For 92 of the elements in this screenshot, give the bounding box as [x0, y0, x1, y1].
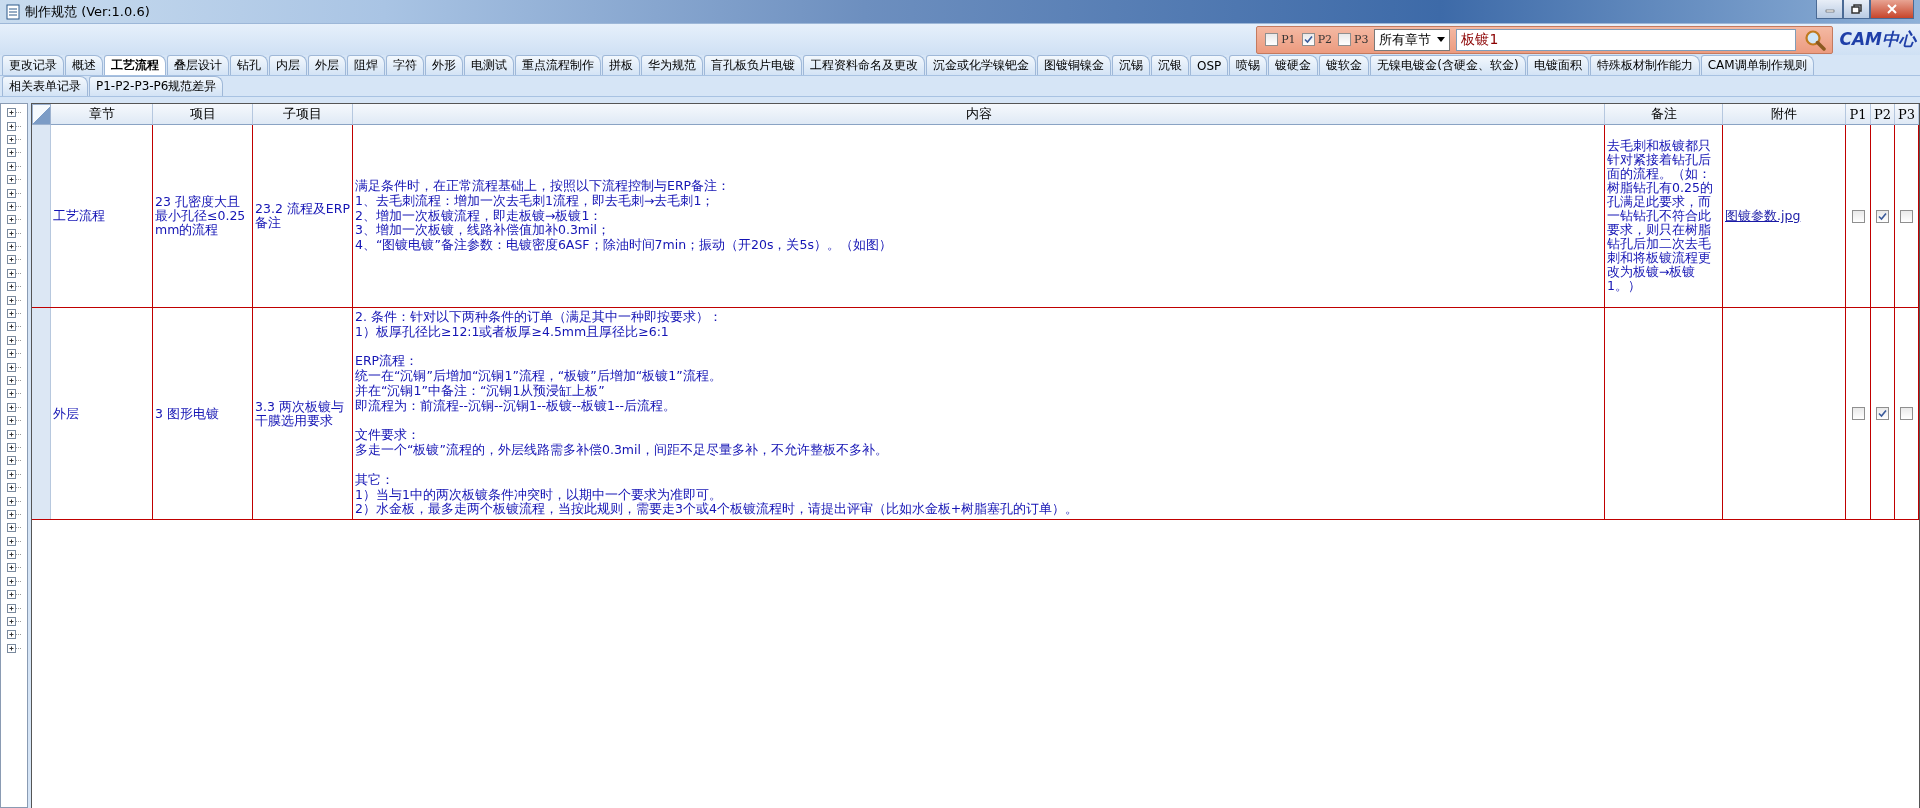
content-line: 满足条件时，在正常流程基础上，按照以下流程控制与ERP备注： [355, 179, 732, 194]
close-icon [1886, 4, 1898, 14]
column-header: 内容 [353, 104, 1605, 125]
content-line: 2、增加一次板镀流程，即走板镀→板镀1： [355, 208, 604, 223]
level-checkbox[interactable] [1301, 33, 1315, 46]
select-all-corner[interactable] [32, 104, 51, 125]
app-icon [6, 3, 20, 20]
tab[interactable]: 内层 [269, 55, 307, 75]
tab[interactable]: 更改记录 [2, 55, 64, 75]
column-header: P3 [1895, 104, 1919, 125]
tab[interactable]: 无镍电镀金(含硬金、软金) [1370, 55, 1526, 75]
tab[interactable]: 电测试 [464, 55, 514, 75]
close-button[interactable] [1870, 0, 1914, 19]
table-cell: 3.3 两次板镀与干膜选用要求 [253, 308, 353, 520]
content-line: 统一在“沉铜”后增加“沉铜1”流程，“板镀”后增加“板镀1”流程。 [355, 369, 723, 384]
column-header: 子项目 [253, 104, 353, 125]
content-line: 1）当与1中的两次板镀条件冲突时，以期中一个要求为准即可。 [355, 487, 723, 502]
level-checkbox[interactable] [1851, 209, 1865, 223]
tab[interactable]: 电镀面积 [1526, 55, 1589, 75]
column-header: 项目 [153, 104, 253, 125]
content-line: 1）板厚孔径比≥12:1或者板厚≥4.5mm且厚径比≥6:1 [355, 324, 670, 340]
restore-icon [1850, 4, 1863, 14]
column-header: P1 [1846, 104, 1871, 125]
tab[interactable]: P1-P2-P3-P6规范差异 [89, 76, 224, 96]
column-header: 附件 [1723, 104, 1846, 125]
tab[interactable]: 阻焊 [347, 55, 385, 75]
search-icon [1804, 28, 1827, 51]
checkbox-label: P1 [1281, 33, 1296, 46]
checkbox-label: P2 [1317, 33, 1333, 46]
tab[interactable]: 沉锡 [1112, 55, 1150, 75]
content-line: 1、去毛刺流程：增加一次去毛刺1流程，即去毛刺→去毛刺1； [355, 193, 716, 209]
tab[interactable]: 华为规范 [641, 55, 703, 75]
level-checkbox[interactable] [1900, 407, 1913, 421]
tab[interactable]: 镀软金 [1319, 55, 1370, 75]
content-line: 并在“沉铜1”中备注：“沉铜1从预浸缸上板” [355, 384, 606, 399]
restore-button[interactable] [1843, 0, 1870, 19]
column-header: 章节 [51, 104, 153, 125]
tab[interactable]: 盲孔板负片电镀 [704, 55, 802, 75]
table-cell: 工艺流程 [51, 125, 153, 307]
logo: CAM中心 [1839, 28, 1916, 51]
table-cell: 23.2 流程及ERP备注 [253, 125, 353, 307]
content-line: 即流程为：前流程--沉铜--沉铜1--板镀--板镀1--后流程。 [355, 398, 677, 414]
table-cell: 3 图形电镀 [153, 308, 253, 520]
tab[interactable]: 图镀铜镍金 [1037, 55, 1111, 75]
chapter-dropdown[interactable]: 所有章节 [1374, 28, 1451, 51]
table-cell: 外层 [51, 308, 153, 520]
search-button[interactable] [1802, 27, 1829, 52]
level-checkbox[interactable] [1876, 407, 1889, 421]
check-icon [1878, 211, 1887, 221]
tab[interactable]: 工程资料命名及更改 [803, 55, 925, 75]
content-line: 文件要求： [355, 428, 421, 443]
tab[interactable]: 钻孔 [230, 55, 268, 75]
tab[interactable]: 拼板 [602, 55, 640, 75]
level-checkbox[interactable] [1900, 209, 1913, 223]
search-field[interactable]: 板镀1 [1456, 28, 1797, 51]
content-line: 多走一个“板镀”流程的，外层线路需多补偿0.3mil，间距不足尽量多补，不允许整板不多补。 [355, 443, 889, 458]
check-icon [1878, 409, 1887, 419]
check-icon [1303, 35, 1313, 44]
column-header: P2 [1871, 104, 1895, 125]
caret-icon [1437, 37, 1446, 42]
tab[interactable]: 概述 [65, 55, 103, 75]
level-checkbox[interactable] [1338, 33, 1352, 46]
content-line: 2）水金板，最多走两个板镀流程，当按此规则，需要走3个或4个板镀流程时，请提出评审（比如水金板+树脂塞孔的订单）。 [355, 502, 1079, 518]
minimize-button[interactable] [1816, 0, 1843, 19]
tab[interactable]: CAM调单制作规则 [1700, 55, 1814, 75]
column-header: 备注 [1605, 104, 1723, 125]
table-cell: 去毛刺和板镀都只针对紧接着钻孔后面的流程。（如：树脂钻孔有0.25的孔满足此要求，而一钻钻孔不符合此要求，则只在树脂钻孔后加二次去毛刺和将板镀流程更改为板镀→板镀1。） [1605, 125, 1723, 307]
tab[interactable]: 外层 [308, 55, 346, 75]
level-checkbox[interactable] [1876, 209, 1889, 223]
tab[interactable]: 相关表单记录 [2, 76, 88, 96]
tab[interactable]: 镀硬金 [1268, 55, 1319, 75]
tab[interactable]: 字符 [386, 55, 424, 75]
tab[interactable]: 工艺流程 [104, 55, 166, 75]
content-line: 其它： [355, 472, 395, 488]
table-cell: 23 孔密度大且最小孔径≤0.25mm的流程 [153, 125, 253, 307]
tab[interactable]: OSP [1190, 55, 1229, 75]
tab[interactable]: 沉银 [1151, 55, 1189, 75]
content-line: 4、“图镀电镀”备注参数：电镀密度6ASF；除油时间7min；振动（开20s，关5s）。（如图） [355, 238, 892, 253]
tab[interactable]: 特殊板材制作能力 [1589, 55, 1700, 75]
level-checkbox[interactable] [1851, 407, 1865, 421]
content-line: 3、增加一次板镀，线路补偿值加补0.3mil； [355, 223, 611, 238]
checkbox-label: P3 [1354, 33, 1369, 46]
attachment-link[interactable]: 图镀参数.jpg [1725, 209, 1801, 223]
tab[interactable]: 沉金或化学镍钯金 [926, 55, 1036, 75]
tab[interactable]: 外形 [425, 55, 463, 75]
tab[interactable]: 重点流程制作 [515, 55, 601, 75]
window-title: 制作规范 (Ver:1.0.6) [25, 2, 150, 21]
content-line: ERP流程： [355, 354, 420, 369]
level-checkbox[interactable] [1265, 33, 1279, 46]
content-line: 2. 条件：针对以下两种条件的订单（满足其中一种即按要求）： [355, 310, 723, 325]
tab[interactable]: 喷锡 [1229, 55, 1268, 75]
tab[interactable]: 叠层设计 [167, 55, 229, 75]
